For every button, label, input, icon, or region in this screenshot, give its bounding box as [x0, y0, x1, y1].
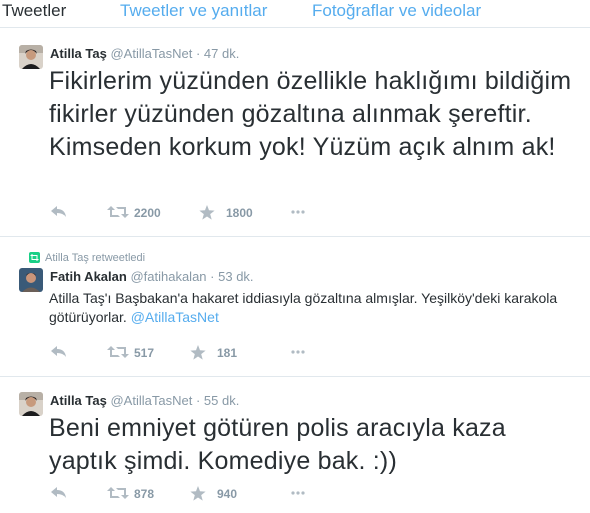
author-handle[interactable]: @AtillaTasNet [110, 393, 192, 408]
favorite-count: 181 [217, 346, 238, 360]
favorite-icon [190, 486, 206, 501]
retweet-count: 517 [134, 346, 155, 360]
retweet-badge-icon [29, 252, 40, 263]
timestamp[interactable]: 53 dk. [218, 269, 253, 284]
timestamp[interactable]: 47 dk. [204, 46, 239, 61]
tweet-text: Beni emniyet götüren polis aracıyla kaza… [49, 414, 506, 475]
retweet-icon [107, 206, 129, 218]
avatar[interactable] [19, 45, 43, 69]
tab-photos-and-videos[interactable]: Fotoğraflar ve videolar [312, 1, 481, 21]
reply-icon [51, 487, 66, 498]
author-handle[interactable]: @fatihakalan [130, 269, 206, 284]
tweet-actions: 517 181 [49, 344, 449, 362]
author-name[interactable]: Atilla Taş [50, 46, 107, 61]
tweet-text-body: Atilla Taş'ı Başbakan'a hakaret iddiasıy… [49, 290, 558, 325]
tweet-header: Atilla Taş @AtillaTasNet · 47 dk. [50, 46, 239, 62]
more-icon [291, 210, 305, 214]
more-icon [291, 491, 305, 495]
reply-icon [51, 206, 66, 217]
reply-icon [51, 346, 66, 357]
author-handle[interactable]: @AtillaTasNet [110, 46, 192, 61]
retweet-icon [107, 346, 129, 358]
favorite-count: 1800 [226, 206, 253, 220]
retweet-icon [107, 487, 129, 499]
favorite-icon [190, 345, 206, 360]
retweet-count: 878 [134, 487, 155, 501]
tweet-header: Atilla Taş @AtillaTasNet · 55 dk. [50, 393, 239, 409]
mention-link[interactable]: @AtillaTasNet [131, 309, 219, 325]
tweet-header: Fatih Akalan @fatihakalan · 53 dk. [50, 269, 254, 285]
profile-tabs: Tweetler Tweetler ve yanıtlar Fotoğrafla… [0, 0, 590, 27]
author-name[interactable]: Atilla Taş [50, 393, 107, 408]
retweet-context[interactable]: Atilla Taş retweetledi [45, 251, 145, 265]
tweet-text: Atilla Taş'ı Başbakan'a hakaret iddiasıy… [49, 289, 569, 327]
tweet-text: Fikirlerim yüzünden özellikle haklığımı … [49, 67, 572, 161]
separator-dot: · [210, 269, 215, 284]
favorite-icon [199, 205, 215, 220]
more-icon [291, 350, 305, 354]
author-name[interactable]: Fatih Akalan [50, 269, 127, 284]
avatar[interactable] [19, 392, 43, 416]
retweet-count: 2200 [134, 206, 161, 220]
timestamp[interactable]: 55 dk. [204, 393, 239, 408]
tweet-actions: 2200 1800 [49, 204, 449, 222]
separator-dot: · [195, 393, 201, 408]
tweet-actions: 878 940 [49, 485, 449, 503]
tweet[interactable]: Atilla Taş @AtillaTasNet · 47 dk. Fikirl… [0, 28, 590, 236]
avatar[interactable] [19, 268, 43, 292]
tweet[interactable]: Atilla Taş retweetledi Fatih Akalan @fat… [0, 237, 590, 376]
avatar-image [19, 45, 43, 69]
tab-tweets-and-replies[interactable]: Tweetler ve yanıtlar [120, 1, 267, 21]
tab-tweets[interactable]: Tweetler [2, 1, 66, 21]
separator-dot: · [195, 46, 201, 61]
avatar-image [19, 268, 43, 292]
favorite-count: 940 [217, 487, 238, 501]
avatar-image [19, 392, 43, 416]
tweet[interactable]: Atilla Taş @AtillaTasNet · 55 dk. Beni e… [0, 377, 590, 513]
